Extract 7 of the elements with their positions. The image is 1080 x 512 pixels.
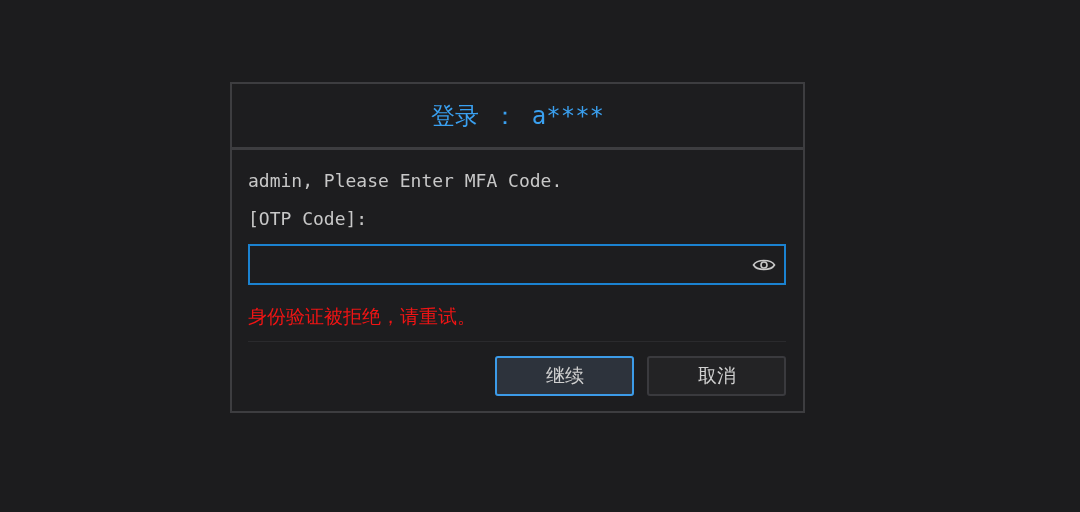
continue-button[interactable]: 继续 (495, 356, 634, 396)
mfa-message: admin, Please Enter MFA Code. (248, 170, 564, 192)
cancel-button[interactable]: 取消 (647, 356, 786, 396)
dialog-title: 登录 ： a**** (430, 100, 605, 132)
error-message: 身份验证被拒绝，请重试。 (248, 304, 477, 329)
otp-input-field[interactable] (248, 244, 786, 285)
otp-label: [OTP Code]: (248, 208, 369, 230)
